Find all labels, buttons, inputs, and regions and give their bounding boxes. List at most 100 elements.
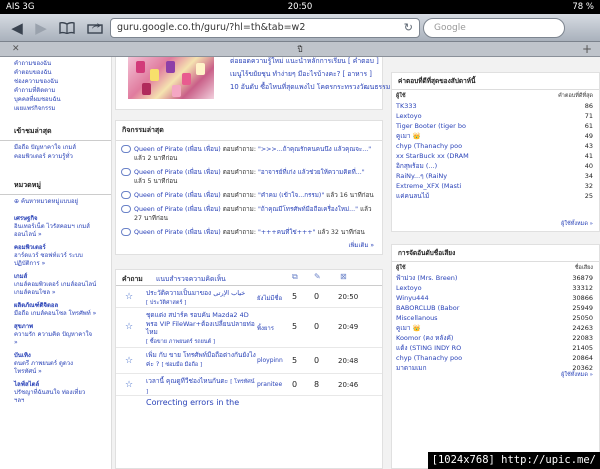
featured-link[interactable]: เมนูไร้ขยัยชุน ทำง่ายๆ มีอะไรบ้างคะ? [ อ… <box>230 68 372 79</box>
category-sub[interactable]: ดนตรี ภาพยนตร์ ดูดวง โทรทัศน์ » <box>14 360 97 376</box>
category-sub[interactable]: มือถือ เกมส์คอนโซล โทรศัพท์ » <box>14 310 97 318</box>
question-row[interactable]: ☆ ประวัติความเป็นมาของ خياب الإرتى[ ประว… <box>116 286 382 308</box>
leader-name[interactable]: BABORCLUB (Babor <box>396 303 459 313</box>
activity-question[interactable]: "อาจารย์ที่เก่ง แล้วช่วยให้ความคิดที่...… <box>258 169 365 176</box>
category-search[interactable]: ⊕ ค้นหาหมวดหมู่แบบอยู่ <box>0 195 111 208</box>
leader-name[interactable]: Miscellanous <box>396 313 438 323</box>
tab-title[interactable]: ปี <box>0 42 600 57</box>
address-bar[interactable]: guru.google.co.th/guru/?hl=th&tab=w2 ↻ <box>110 18 420 38</box>
featured-link[interactable]: 10 อันดับ ซื้อไหนที่สุดแพงไป โคตรกระทรวง… <box>230 81 390 92</box>
question-row[interactable]: ☆ เพิ่ม กับ ขาย โทรศัพท์มือถือต่างกันยัง… <box>116 348 382 374</box>
leader-name[interactable]: มาดามเมก <box>396 363 427 373</box>
star-icon[interactable]: ☆ <box>125 322 133 332</box>
my-link[interactable]: เผยแพร่กิจกรรม <box>14 104 97 113</box>
all-users-link[interactable]: ผู้ใช้ทั้งหมด » <box>561 220 593 228</box>
leader-name[interactable]: RaiNy...ๆ (RaiNy <box>396 171 447 181</box>
category-sub[interactable]: อินเทอร์เน็ต ไวรัสคอมฯ เกมส์ออนไลน์ » <box>14 223 97 239</box>
activity-question[interactable]: "คำคม (เข้าใจ...กรรม)" <box>258 192 324 199</box>
all-users-link[interactable]: ผู้ใช้ทั้งหมด » <box>561 371 593 379</box>
activity-rel[interactable]: (เพื่อน เพื่อน) <box>185 192 221 199</box>
question-title[interactable]: ชุดแต่ง สปาร์ค รอบคัน Mazda2 4D พรอ VIP … <box>146 311 256 346</box>
question-user[interactable]: ยังไม่มีชื่อ <box>257 293 282 303</box>
activity-user[interactable]: Queen of Pirate <box>134 146 183 153</box>
featured-image[interactable] <box>128 57 214 99</box>
star-icon[interactable]: ☆ <box>125 292 133 302</box>
activity-more-link[interactable]: เพิ่มเติม » <box>349 240 374 250</box>
leader-name[interactable]: Lextoyo <box>396 111 422 121</box>
leader-row[interactable]: xx StarBuck xx (DRAM 41 <box>392 151 599 161</box>
activity-user[interactable]: Queen of Pirate <box>134 206 183 213</box>
category-title[interactable]: ผลิตภัณฑ์ดิจิตอล <box>14 302 97 310</box>
my-link[interactable]: คำถามที่ติดตาม <box>14 86 97 95</box>
featured-link[interactable]: ต่อยอดความรู้ใหม่ แนะนำหลักการเรียน [ คำ… <box>230 57 379 66</box>
leader-row[interactable]: ฟ้าม่วง (Mrs. Breen) 36879 <box>392 273 599 283</box>
category-item[interactable]: เศรษฐกิจ อินเทอร์เน็ต ไวรัสคอมฯ เกมส์ออนไ… <box>0 214 111 240</box>
activity-rel[interactable]: (เพื่อน เพื่อน) <box>185 146 221 153</box>
category-sub[interactable]: ฮาร์ดแวร์ ซอฟท์แวร์ ระบบปฏิบัติการ » <box>14 252 97 268</box>
leader-name[interactable]: Extreme_XFX (Masti <box>396 181 461 191</box>
tab-polls[interactable]: แนบสำรวจความคิดเห็น <box>156 273 226 284</box>
leader-name[interactable]: xx StarBuck xx (DRAM <box>396 151 469 161</box>
leader-row[interactable]: chyp (Thanachy poo 43 <box>392 141 599 151</box>
my-link[interactable]: บุคคลที่ผมชอบฉัน <box>14 95 97 104</box>
share-icon[interactable] <box>84 18 106 38</box>
reload-icon[interactable]: ↻ <box>404 19 413 37</box>
leader-name[interactable]: แต้ง (STING INDY RO <box>396 343 461 353</box>
leader-row[interactable]: chyp (Thanachy poo 20864 <box>392 353 599 363</box>
question-title[interactable]: เพิ่ม กับ ขาย โทรศัพท์มือถือต่างกันยังไง… <box>146 351 256 369</box>
leader-row[interactable]: Lextoyo 33312 <box>392 283 599 293</box>
leader-name[interactable]: อิกสุพร้อม (...) <box>396 161 437 171</box>
activity-user[interactable]: Queen of Pirate <box>134 229 183 236</box>
question-title[interactable]: ประวัติความเป็นมาของ خياب الإرتى[ ประวัต… <box>146 289 256 307</box>
leader-name[interactable]: คูเมา 👑 <box>396 131 421 141</box>
leader-row[interactable]: Extreme_XFX (Masti 32 <box>392 181 599 191</box>
category-item[interactable]: คอมพิวเตอร์ ฮาร์ดแวร์ ซอฟท์แวร์ ระบบปฏิบั… <box>0 243 111 269</box>
category-sub[interactable]: ความรัก ความคิด ปัญหาคาใจ » <box>14 331 97 347</box>
category-title[interactable]: ไลฟ์สไตล์ <box>14 381 97 389</box>
activity-rel[interactable]: (เพื่อน เพื่อน) <box>185 206 221 213</box>
leader-name[interactable]: Winyu444 <box>396 293 429 303</box>
question-row[interactable]: ☆ เวลานี้ คุณดูทีวีช่องไหนกันตะ [ โทรทัศ… <box>116 374 382 396</box>
question-tag[interactable]: [ ประวัติศาสตร์ ] <box>146 300 186 306</box>
back-icon[interactable]: ◀ <box>6 18 28 38</box>
category-title[interactable]: สุขภาพ <box>14 323 97 331</box>
activity-user[interactable]: Queen of Pirate <box>134 192 183 199</box>
leader-row[interactable]: BABORCLUB (Babor 25949 <box>392 303 599 313</box>
category-item[interactable]: สุขภาพ ความรัก ความคิด ปัญหาคาใจ » <box>0 322 111 348</box>
category-item[interactable]: เกมส์ เกมส์คอมพิวเตอร์ เกมส์ออนไลน์ เกมส์… <box>0 272 111 298</box>
category-title[interactable]: คอมพิวเตอร์ <box>14 244 97 252</box>
bookmarks-icon[interactable] <box>56 18 78 38</box>
question-title[interactable]: เวลานี้ คุณดูทีวีช่องไหนกันตะ [ โทรทัศน์… <box>146 377 256 396</box>
question-tag[interactable]: [ ซ่อมมือ มือถือ ] <box>161 362 202 368</box>
question-row[interactable]: Correcting errors in the <box>116 396 382 420</box>
category-item[interactable]: ไลฟ์สไตล์ ปรัชญาที่ฉันสนใจ ท่องเที่ยว ฯลฯ <box>0 380 111 406</box>
activity-question[interactable]: "+++คนที่ใช่+++" <box>258 229 315 236</box>
question-user[interactable]: ploypinn <box>257 357 283 364</box>
new-tab-icon[interactable]: + <box>582 42 592 57</box>
leader-name[interactable]: Lextoyo <box>396 283 422 293</box>
leader-name[interactable]: คูเมา 👑 <box>396 323 421 333</box>
leader-name[interactable]: Koomor (คง หลังคั) <box>396 333 453 343</box>
question-user[interactable]: pranitee <box>257 381 282 388</box>
activity-user[interactable]: Queen of Pirate <box>134 169 183 176</box>
leader-row[interactable]: Tiger Booter (tiger bo 61 <box>392 121 599 131</box>
question-user[interactable]: พิ้งยาร <box>257 323 274 333</box>
recent-link[interactable]: มือถือ ปัญหาคาใจ เกมส์คอมพิวเตอร์ ความรู… <box>14 143 97 161</box>
category-item[interactable]: ผลิตภัณฑ์ดิจิตอล มือถือ เกมส์คอนโซล โทรศั… <box>0 301 111 319</box>
activity-question[interactable]: ">>>...ถ้าคุณรักคนคนนึง แล้วคุณจะ..." <box>258 146 371 153</box>
my-link[interactable]: คำตอบของฉัน <box>14 68 97 77</box>
question-tag[interactable]: [ ซื้อขาย ภาพยนตร์ รถยนต์ ] <box>146 339 215 345</box>
leader-name[interactable]: TK333 <box>396 101 417 111</box>
category-title[interactable]: บันเทิง <box>14 352 97 360</box>
leader-name[interactable]: chyp (Thanachy poo <box>396 141 462 151</box>
leader-name[interactable]: ฟ้าม่วง (Mrs. Breen) <box>396 273 457 283</box>
leader-row[interactable]: คูเมา 👑 49 <box>392 131 599 141</box>
tab-questions[interactable]: คำถาม <box>122 273 143 284</box>
activity-rel[interactable]: (เพื่อน เพื่อน) <box>185 229 221 236</box>
question-title[interactable]: Correcting errors in the <box>146 398 256 408</box>
question-row[interactable]: ☆ ชุดแต่ง สปาร์ค รอบคัน Mazda2 4D พรอ VI… <box>116 308 382 348</box>
leader-row[interactable]: Lextoyo 71 <box>392 111 599 121</box>
category-item[interactable]: บันเทิง ดนตรี ภาพยนตร์ ดูดวง โทรทัศน์ » <box>0 351 111 377</box>
leader-name[interactable]: แค่คนลนไม้ <box>396 191 429 201</box>
leader-name[interactable]: chyp (Thanachy poo <box>396 353 462 363</box>
